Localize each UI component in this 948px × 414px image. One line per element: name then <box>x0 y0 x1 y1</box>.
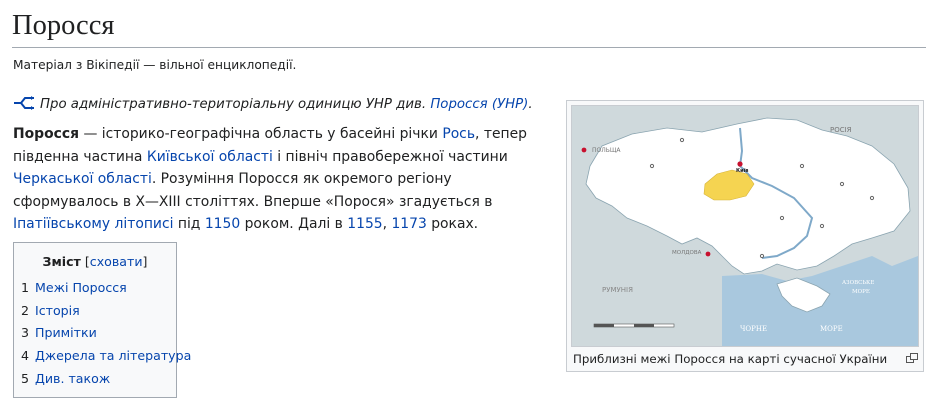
link-ipatiev-chronicle[interactable]: Іпатіївському літописі <box>13 216 173 232</box>
kyiv-marker <box>737 161 743 167</box>
map-label-kyiv: Київ <box>736 168 748 174</box>
link-ros[interactable]: Рось <box>442 126 475 142</box>
toc-title: Зміст <box>42 254 81 269</box>
map-image[interactable]: ПОЛЬЩА РОСІЯ МОЛДОВА РУМУНІЯ Київ ЧОРНЕ … <box>571 105 919 347</box>
link-cherkasy-oblast[interactable]: Черкаської області <box>13 171 152 187</box>
toc-item[interactable]: 2 Історія <box>21 300 176 323</box>
map-label-black-sea: МОРЕ <box>820 325 843 333</box>
site-subtitle: Матеріал з Вікіпедії — вільної енциклопе… <box>13 58 297 72</box>
toc-item-number: 2 <box>21 302 30 318</box>
map-scale-bar-segment <box>594 324 614 327</box>
toc-item-number: 4 <box>21 348 30 364</box>
figure-caption: Приблизні межі Поросся на карті сучасної… <box>573 352 888 366</box>
enlarge-icon[interactable] <box>906 353 918 363</box>
link-1150[interactable]: 1150 <box>205 216 240 232</box>
map-label-poland: ПОЛЬЩА <box>592 147 621 154</box>
toc-list: 1 Межі Поросся 2 Історія 3 Примітки 4 Джерел… <box>14 277 191 391</box>
lead-text: — історико-географічна область у басейні… <box>79 126 443 142</box>
city-marker <box>581 147 587 153</box>
toc-link-istoriia[interactable]: Історія <box>35 303 80 318</box>
disambiguation-icon <box>14 96 34 110</box>
map-label-moldova: МОЛДОВА <box>672 250 702 256</box>
map-label-russia: РОСІЯ <box>830 126 852 134</box>
toc-link-prymitky[interactable]: Примітки <box>35 325 97 340</box>
link-1173[interactable]: 1173 <box>391 216 426 232</box>
toc-item[interactable]: 4 Джерела та література <box>21 345 191 368</box>
toc-toggle-button[interactable]: сховати <box>90 254 143 269</box>
toc-item[interactable]: 1 Межі Поросся <box>21 277 176 300</box>
lead-text: під <box>173 216 205 232</box>
table-of-contents: Зміст [сховати] 1 Межі Поросся 2 Історія 3… <box>13 242 191 398</box>
city-marker <box>705 251 711 257</box>
link-1155[interactable]: 1155 <box>347 216 382 232</box>
toc-item[interactable]: 3 Примітки <box>21 322 176 345</box>
hatnote-link-porossia-unr[interactable]: Поросся (УНР) <box>430 97 528 112</box>
lead-text: роках. <box>426 216 479 232</box>
lead-text: роком. Далі в <box>240 216 348 232</box>
hatnote: Про адміністративно-територіальну одиниц… <box>13 95 553 115</box>
map-label-azov-sea: АЗОВСЬКЕ <box>842 280 874 286</box>
map-label-black-sea: ЧОРНЕ <box>740 325 767 333</box>
toc-link-mezhi[interactable]: Межі Поросся <box>35 280 127 295</box>
toc-toggle-bracket: ] <box>142 254 148 269</box>
lead-paragraph: Поросся — історико-географічна область у… <box>13 123 553 236</box>
map-label-azov-sea: МОРЕ <box>852 289 870 295</box>
lead-text: і північ правобережної частини <box>272 148 508 165</box>
toc-item[interactable]: 5 Див. також <box>21 368 176 391</box>
lead-term: Поросся <box>13 126 80 142</box>
map-svg: ПОЛЬЩА РОСІЯ МОЛДОВА РУМУНІЯ Київ ЧОРНЕ … <box>572 106 918 346</box>
page-title: Поросся <box>12 6 926 48</box>
link-kyiv-oblast[interactable]: Київської області <box>147 149 273 165</box>
toc-item-number: 1 <box>21 280 30 295</box>
toc-item-number: 3 <box>21 325 30 341</box>
hatnote-end: . <box>528 97 533 112</box>
map-scale-bar-segment <box>634 324 654 327</box>
map-label-romania: РУМУНІЯ <box>602 286 633 294</box>
hatnote-text: Про адміністративно-територіальну одиниц… <box>40 97 431 112</box>
figure-thumbnail: ПОЛЬЩА РОСІЯ МОЛДОВА РУМУНІЯ Київ ЧОРНЕ … <box>566 100 924 372</box>
toc-link-dzherela[interactable]: Джерела та література <box>35 348 191 363</box>
toc-item-number: 5 <box>21 370 30 386</box>
toc-link-dyv-takozh[interactable]: Див. також <box>35 371 110 386</box>
toc-header: Зміст [сховати] <box>14 253 176 271</box>
